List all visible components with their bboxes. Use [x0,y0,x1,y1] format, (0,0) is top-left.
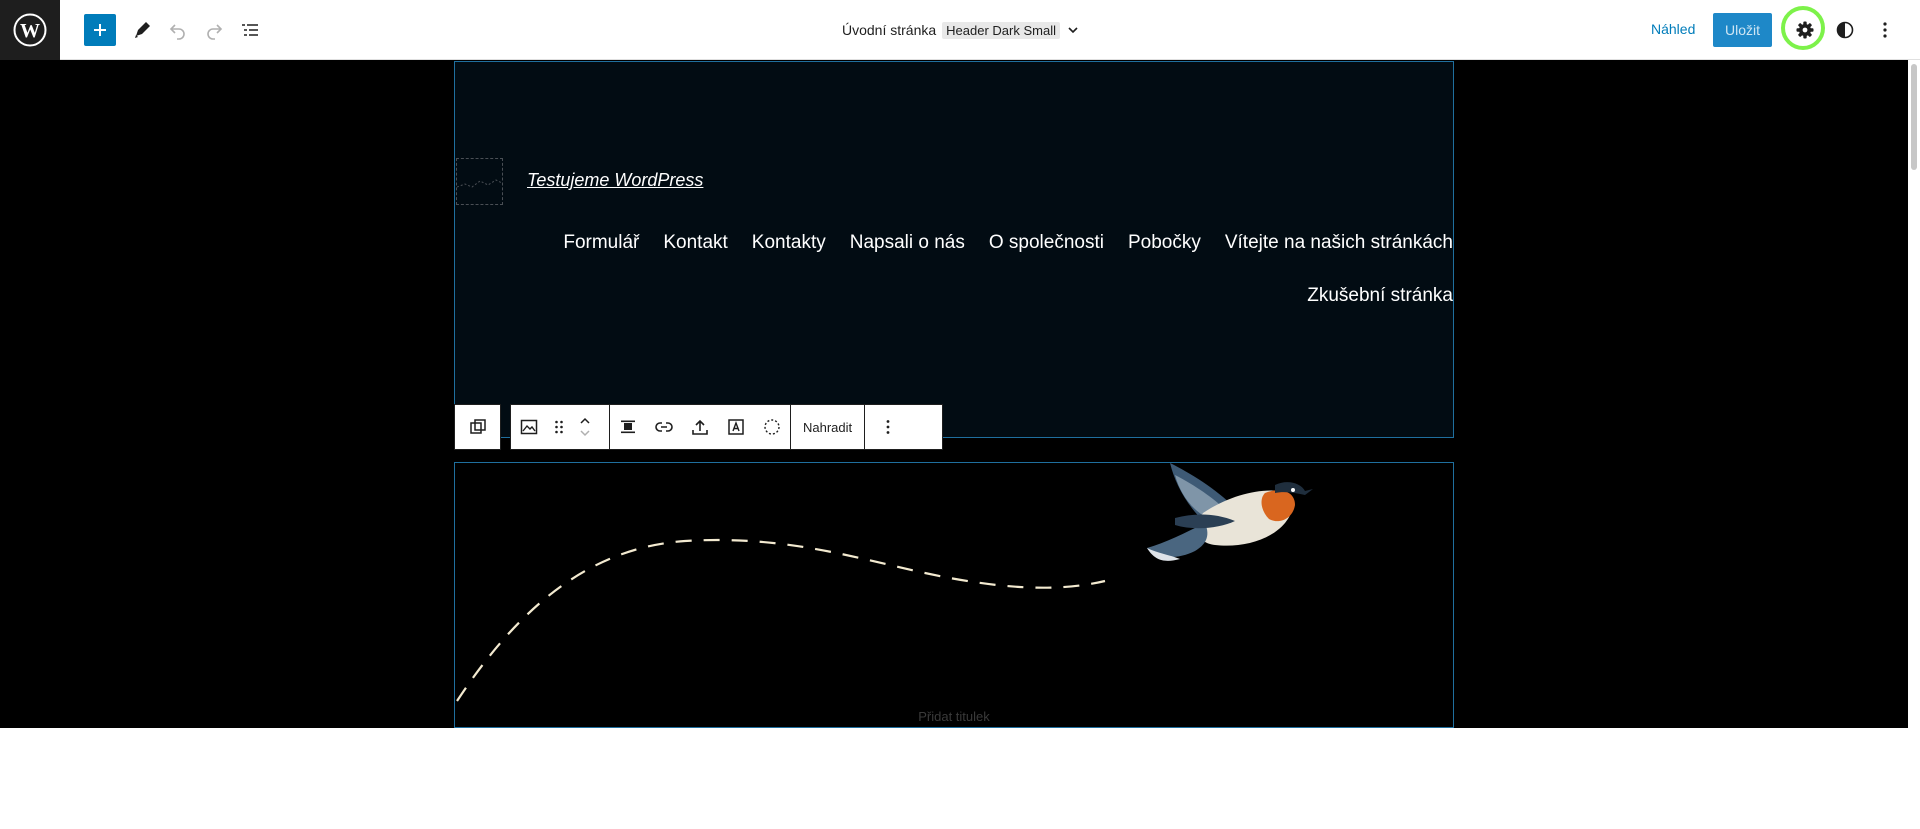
scrollbar-thumb[interactable] [1911,64,1917,170]
select-parent-button[interactable] [460,405,496,449]
styles-button[interactable] [1829,14,1861,46]
select-parent-toolbar [454,404,501,450]
document-title: Úvodní stránka [842,22,937,38]
settings-button[interactable] [1789,14,1821,46]
nav-item-zkusebni-stranka[interactable]: Zkušební stránka [1307,285,1453,307]
text-over-image-button[interactable] [718,405,754,449]
save-button[interactable]: Uložit [1713,13,1772,47]
image-placeholder-icon [456,179,503,188]
chevron-down-icon[interactable] [1066,23,1080,37]
redo-button[interactable] [198,14,230,46]
align-button[interactable] [610,405,646,449]
caption-placeholder[interactable]: Přidat titulek [455,709,1453,724]
link-icon [655,422,673,432]
drag-handle[interactable] [547,405,571,449]
nav-item-pobocky[interactable]: Pobočky [1128,232,1201,254]
nav-item-o-spolecnosti[interactable]: O společnosti [989,232,1104,254]
site-title[interactable]: Testujeme WordPress [527,170,703,191]
replace-button[interactable]: Nahradit [791,405,864,449]
image-icon [520,419,538,435]
nav-item-kontakt[interactable]: Kontakt [663,232,727,254]
options-button[interactable] [1869,14,1901,46]
nav-item-napsali-o-nas[interactable]: Napsali o nás [850,232,965,254]
preview-button[interactable]: Náhled [1651,21,1695,37]
undo-button[interactable] [162,14,194,46]
header-template-part[interactable]: Testujeme WordPress Formulář Kontakt Kon… [454,61,1454,438]
vertical-ellipsis-icon [1883,22,1887,38]
undo-icon [169,24,185,40]
tools-button[interactable] [126,14,158,46]
crop-button[interactable] [754,405,790,449]
chevron-up-icon[interactable] [578,415,592,427]
site-logo-placeholder[interactable] [456,158,503,205]
upload-icon [692,419,708,435]
block-mover [571,405,599,449]
navigation-row-2: Zkušební stránka [1307,285,1453,307]
text-over-image-icon [728,419,744,435]
vertical-ellipsis-icon [886,420,890,434]
nav-item-vitejte[interactable]: Vítejte na našich stránkách [1225,232,1453,254]
drag-handle-icon [555,420,563,434]
list-view-button[interactable] [234,14,266,46]
align-center-icon [621,420,635,434]
wordpress-logo-icon[interactable]: W [0,0,60,60]
block-options-button[interactable] [865,405,911,449]
image-block-toolbar: Nahradit [510,404,943,450]
select-parent-icon [469,419,486,434]
nav-item-kontakty[interactable]: Kontakty [752,232,826,254]
nav-item-formular[interactable]: Formulář [563,232,639,254]
pencil-icon [135,22,150,38]
half-circle-icon [1836,21,1854,39]
block-type-button[interactable] [511,405,547,449]
editor-header: W Úvodní stránka Header Dark Small Náhle… [0,0,1920,60]
document-title-bar[interactable]: Úvodní stránka Header Dark Small [842,17,1080,43]
canvas-bottom-area [0,728,1908,829]
chevron-down-icon[interactable] [578,427,592,439]
circle-dashed-icon [764,419,780,435]
image-block[interactable]: Přidat titulek [454,462,1454,728]
navigation-row-1: Formulář Kontakt Kontakty Napsali o nás … [563,232,1453,254]
link-button[interactable] [646,405,682,449]
list-view-icon [242,24,258,36]
upload-button[interactable] [682,405,718,449]
add-block-button[interactable] [84,14,116,46]
svg-text:W: W [20,20,40,42]
plus-icon [94,24,106,36]
gear-icon [1796,21,1814,39]
flying-bird-image [456,463,1313,702]
template-tag: Header Dark Small [942,21,1060,39]
scrollbar[interactable] [1908,60,1920,829]
redo-icon [207,24,223,40]
